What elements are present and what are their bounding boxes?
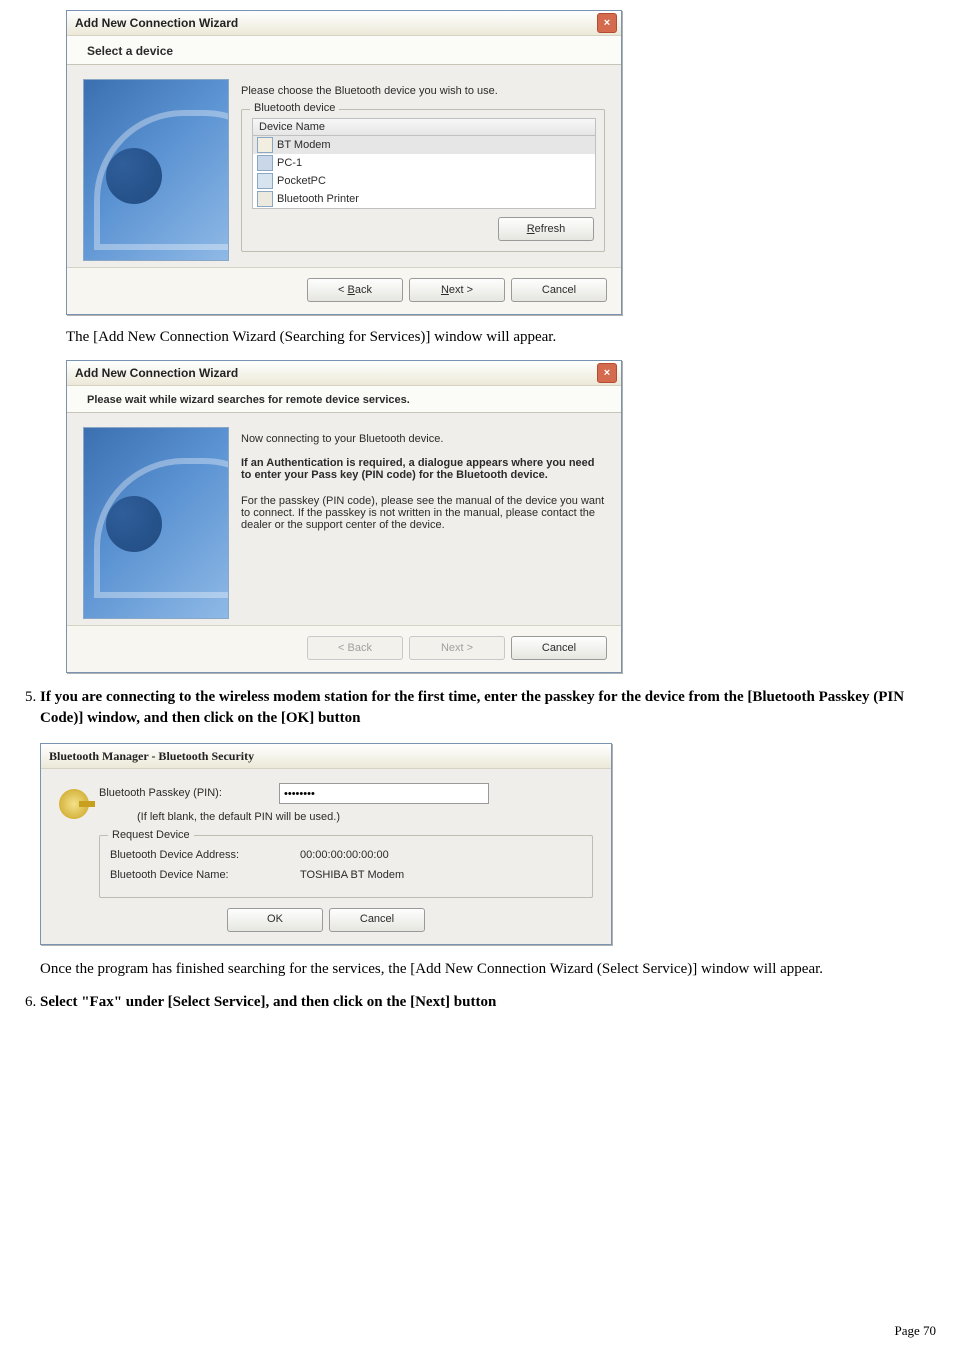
device-name: BT Modem (277, 139, 331, 151)
column-header: Device Name (253, 119, 595, 136)
cancel-button[interactable]: Cancel (511, 278, 607, 302)
caption-text: The [Add New Connection Wizard (Searchin… (66, 329, 938, 346)
device-name: Bluetooth Printer (277, 193, 359, 205)
connecting-text: Now connecting to your Bluetooth device. (241, 433, 605, 445)
window-title: Add New Connection Wizard (75, 366, 238, 380)
passkey-hint: (If left blank, the default PIN will be … (137, 810, 593, 825)
refresh-button[interactable]: Refresh (498, 217, 594, 241)
passkey-label: Bluetooth Passkey (PIN): (99, 786, 279, 801)
passkey-input[interactable] (279, 783, 489, 804)
bluetooth-device-group: Bluetooth device Device Name BT Modem PC… (241, 109, 605, 252)
instruction-text: Please choose the Bluetooth device you w… (241, 85, 605, 97)
window-title: Add New Connection Wizard (75, 16, 238, 30)
wizard-buttons: < Back Next > Cancel (67, 625, 621, 672)
next-button: Next > (409, 636, 505, 660)
close-icon[interactable]: × (597, 13, 617, 33)
address-value: 00:00:00:00:00:00 (300, 848, 389, 863)
device-list[interactable]: Device Name BT Modem PC-1 PocketPC (252, 118, 596, 209)
address-label: Bluetooth Device Address: (110, 848, 300, 863)
wizard-side-graphic (83, 79, 229, 261)
device-name: PocketPC (277, 175, 326, 187)
key-icon (59, 789, 89, 819)
window-title: Bluetooth Manager - Bluetooth Security (49, 748, 254, 765)
group-legend: Request Device (108, 828, 194, 843)
back-button[interactable]: < Back (307, 278, 403, 302)
bluetooth-security-dialog: Bluetooth Manager - Bluetooth Security ×… (40, 743, 612, 945)
titlebar: Add New Connection Wizard × (67, 361, 621, 386)
list-item[interactable]: PC-1 (253, 154, 595, 172)
group-legend: Bluetooth device (250, 102, 339, 114)
page-footer: Page 70 (894, 1323, 936, 1339)
device-name-label: Bluetooth Device Name: (110, 868, 300, 883)
pda-icon (257, 173, 273, 189)
wizard-select-device-dialog: Add New Connection Wizard × Select a dev… (66, 10, 622, 315)
phone-icon (257, 137, 273, 153)
cancel-button[interactable]: Cancel (329, 908, 425, 932)
ok-button[interactable]: OK (227, 908, 323, 932)
auth-warning-text: If an Authentication is required, a dial… (241, 457, 605, 481)
wizard-buttons: < Back Next > Cancel (67, 267, 621, 314)
computer-icon (257, 155, 273, 171)
next-button[interactable]: Next > (409, 278, 505, 302)
step-6: Select "Fax" under [Select Service], and… (40, 992, 938, 1013)
passkey-hint-text: For the passkey (PIN code), please see t… (241, 495, 605, 531)
list-item[interactable]: PocketPC (253, 172, 595, 190)
back-button: < Back (307, 636, 403, 660)
caption-text: Once the program has finished searching … (40, 959, 938, 980)
close-icon[interactable]: × (597, 363, 617, 383)
request-device-group: Request Device Bluetooth Device Address:… (99, 835, 593, 898)
device-name: PC-1 (277, 157, 302, 169)
wizard-header: Select a device (67, 36, 621, 65)
wizard-searching-dialog: Add New Connection Wizard × Please wait … (66, 360, 622, 673)
wizard-side-graphic (83, 427, 229, 619)
titlebar: Bluetooth Manager - Bluetooth Security × (41, 744, 611, 769)
wizard-header: Please wait while wizard searches for re… (67, 386, 621, 413)
cancel-button[interactable]: Cancel (511, 636, 607, 660)
printer-icon (257, 191, 273, 207)
list-item[interactable]: BT Modem (253, 136, 595, 154)
header-text: Please wait while wizard searches for re… (87, 394, 607, 406)
list-item[interactable]: Bluetooth Printer (253, 190, 595, 208)
header-text: Select a device (87, 44, 607, 58)
titlebar: Add New Connection Wizard × (67, 11, 621, 36)
device-name-value: TOSHIBA BT Modem (300, 868, 404, 883)
step-5: If you are connecting to the wireless mo… (40, 687, 938, 980)
